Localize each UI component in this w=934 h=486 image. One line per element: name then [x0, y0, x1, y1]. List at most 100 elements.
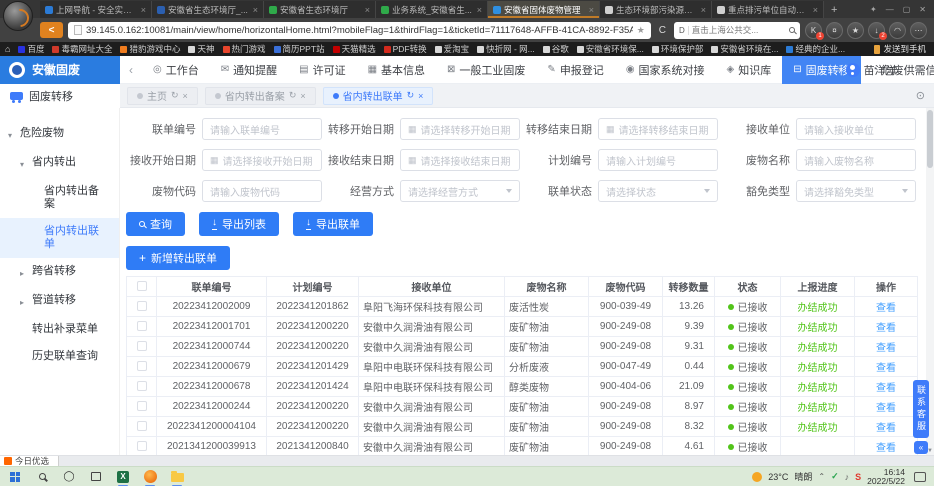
view-link[interactable]: 查看: [876, 363, 896, 374]
sidebar-item[interactable]: 历史联单查询: [0, 343, 119, 370]
task-view-icon[interactable]: [89, 470, 103, 484]
tab-close-icon[interactable]: ×: [300, 91, 305, 101]
filter-input[interactable]: ▦ 请输入联单编号: [202, 118, 322, 140]
browser-tab[interactable]: 安徽省生态环境厅 ×: [264, 1, 376, 18]
view-link[interactable]: 查看: [876, 443, 896, 454]
tab-close-icon[interactable]: ×: [418, 91, 423, 101]
taskbar-search-icon[interactable]: [35, 470, 49, 484]
sidebar-item[interactable]: 省内转出备案: [0, 178, 119, 218]
browser-360-icon[interactable]: [143, 470, 157, 484]
browser-tab[interactable]: 上网导航 - 安全实用... ×: [40, 1, 152, 18]
browser-logo-icon[interactable]: [3, 1, 33, 31]
bookmark-item[interactable]: PDF转换: [380, 43, 431, 55]
url-text[interactable]: 39.145.0.162:10081/main/view/home/horizo…: [86, 25, 633, 36]
new-tab-button[interactable]: +: [824, 1, 844, 18]
skin-icon[interactable]: ✦: [870, 5, 877, 14]
maximize-button[interactable]: ▢: [903, 5, 911, 14]
page-tab[interactable]: 主页 ↻ ×: [127, 87, 198, 105]
collapse-widget-button[interactable]: «: [914, 441, 928, 454]
row-checkbox[interactable]: [137, 361, 147, 371]
filter-input[interactable]: ▦ 请选择豁免类型: [796, 180, 916, 202]
sidebar-item[interactable]: 转出补录菜单: [0, 316, 119, 343]
tray-expand-icon[interactable]: ⌃: [818, 472, 825, 481]
row-checkbox[interactable]: [137, 421, 147, 431]
bookmark-item[interactable]: 百度: [14, 43, 48, 55]
tray-check-icon[interactable]: ✓: [831, 471, 839, 482]
browser-tab[interactable]: 生态环境部污染源监... ×: [600, 1, 712, 18]
filter-input[interactable]: ▦ 请选择经营方式: [400, 180, 520, 202]
bookmark-item[interactable]: 热门游戏: [219, 43, 270, 55]
tab-close-icon[interactable]: ×: [589, 5, 594, 15]
file-explorer-icon[interactable]: [170, 470, 184, 484]
browser-action-button[interactable]: ◠: [889, 22, 906, 39]
nav-item[interactable]: ◈ 知识库: [716, 56, 783, 84]
browser-action-button[interactable]: ⋯: [910, 22, 927, 39]
start-button[interactable]: [8, 470, 22, 484]
sidebar-item[interactable]: 省内转出联单: [0, 218, 119, 258]
table-row[interactable]: 20223412000678 2022341201424 阜阳中电联环保科技有限…: [127, 377, 918, 397]
bookmark-item[interactable]: 环境保护部: [648, 43, 708, 55]
notification-center-icon[interactable]: [914, 472, 926, 482]
row-checkbox[interactable]: [137, 321, 147, 331]
add-manifest-button[interactable]: + 新增转出联单: [126, 246, 230, 270]
bookmark-item[interactable]: 安徽省环境在...: [707, 43, 782, 55]
filter-input[interactable]: ▦ 请输入废物名称: [796, 149, 916, 171]
back-button[interactable]: <: [40, 22, 63, 38]
bookmark-item[interactable]: 安徽省环境保...: [573, 43, 648, 55]
tab-refresh-icon[interactable]: ↻: [171, 90, 179, 101]
tab-close-icon[interactable]: ×: [183, 91, 188, 101]
close-button[interactable]: ✕: [919, 5, 926, 14]
table-row[interactable]: 2021341200039913 2021341200840 安徽中久润滑油有限…: [127, 437, 918, 456]
taskbar-clock[interactable]: 16:14 2022/5/22: [867, 468, 905, 486]
browser-tab[interactable]: 安徽省生态环境厅_... ×: [152, 1, 264, 18]
filter-input[interactable]: ▦ 请输入计划编号: [598, 149, 718, 171]
tab-close-icon[interactable]: ×: [253, 5, 258, 15]
nav-item[interactable]: ▤ 许可证: [288, 56, 356, 84]
filter-input[interactable]: ▦ 请输入废物代码: [202, 180, 322, 202]
sidebar-item[interactable]: ▸ 管道转移: [0, 287, 119, 316]
bookmark-star-icon[interactable]: ★: [637, 25, 645, 36]
row-checkbox[interactable]: [137, 301, 147, 311]
filter-input[interactable]: ▦ 请选择转移结束日期: [598, 118, 718, 140]
cortana-icon[interactable]: ◯: [62, 470, 76, 484]
table-row[interactable]: 20223412000744 2022341200220 安徽中久润滑油有限公司…: [127, 337, 918, 357]
scrollbar-thumb[interactable]: [927, 110, 933, 168]
view-link[interactable]: 查看: [876, 403, 896, 414]
view-link[interactable]: 查看: [876, 303, 896, 314]
bookmark-item[interactable]: 天神: [184, 43, 218, 55]
quick-launch-toolbar[interactable]: 今日优选: [0, 456, 59, 467]
browser-action-button[interactable]: K 1: [805, 22, 822, 39]
row-checkbox[interactable]: [137, 441, 147, 451]
nav-item[interactable]: ✎ 申报登记: [536, 56, 614, 84]
tab-close-icon[interactable]: ×: [701, 5, 706, 15]
weather-temp[interactable]: 23°C: [768, 472, 788, 482]
sidebar-item[interactable]: ▾ 危险废物: [0, 120, 119, 149]
view-link[interactable]: 查看: [876, 323, 896, 334]
nav-scroll-left-icon[interactable]: ‹: [120, 63, 142, 77]
search-icon[interactable]: [789, 27, 795, 33]
tab-close-icon[interactable]: ×: [141, 5, 146, 15]
sidebar-item[interactable]: ▾ 省内转出: [0, 149, 119, 178]
bookmark-item[interactable]: 猎豹游戏中心: [116, 43, 184, 55]
browser-tab[interactable]: 重点排污单位自动监... ×: [712, 1, 824, 18]
row-checkbox[interactable]: [137, 401, 147, 411]
query-button[interactable]: 查询: [126, 212, 185, 236]
minimize-button[interactable]: —: [886, 5, 894, 14]
customer-service-button[interactable]: 联系客服: [913, 380, 929, 438]
tray-360-icon[interactable]: S: [855, 472, 861, 482]
chevron-down-icon[interactable]: ⌄: [902, 64, 934, 75]
address-bar[interactable]: 39.145.0.162:10081/main/view/home/horizo…: [68, 22, 651, 39]
view-link[interactable]: 查看: [876, 383, 896, 394]
bookmark-item[interactable]: 快折网 - 网...: [473, 43, 539, 55]
filter-input[interactable]: ▦ 请输入接收单位: [796, 118, 916, 140]
table-row[interactable]: 20223412001701 2022341200220 安徽中久润滑油有限公司…: [127, 317, 918, 337]
weather-desc[interactable]: 晴朗: [794, 470, 812, 483]
filter-input[interactable]: ▦ 请选择接收结束日期: [400, 149, 520, 171]
bookmark-item[interactable]: 谷歌: [539, 43, 573, 55]
export-list-button[interactable]: ↓ 导出列表: [199, 212, 279, 236]
refresh-button[interactable]: C: [656, 25, 669, 36]
bookmark-item[interactable]: 爱淘宝: [431, 43, 474, 55]
tab-refresh-icon[interactable]: ↻: [289, 90, 297, 101]
excel-icon[interactable]: X: [116, 470, 130, 484]
export-manifest-button[interactable]: ↓ 导出联单: [293, 212, 373, 236]
